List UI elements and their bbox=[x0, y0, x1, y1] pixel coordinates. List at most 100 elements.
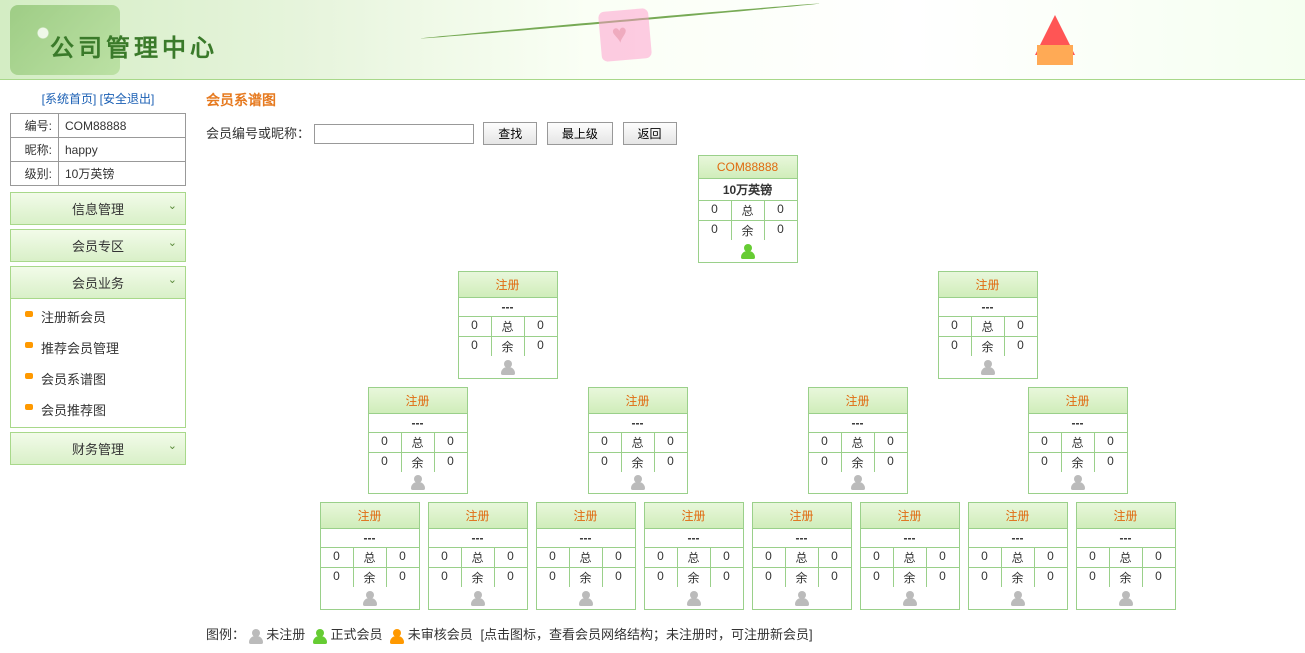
tree-node-empty: 注册---0总00余0 bbox=[938, 271, 1038, 379]
node-register-link[interactable]: 注册 bbox=[753, 503, 851, 528]
node-register-link[interactable]: 注册 bbox=[809, 388, 907, 413]
stat-label: 余 bbox=[462, 568, 495, 587]
banner-decoration bbox=[1037, 45, 1073, 65]
node-stats: 0总00余0 bbox=[645, 547, 743, 587]
node-stats: 0总00余0 bbox=[939, 316, 1037, 356]
menu-finance[interactable]: 财务管理 ⌄ bbox=[10, 432, 186, 465]
header-banner: 公司管理中心 bbox=[0, 0, 1305, 80]
submenu-member-biz: 注册新会员 推荐会员管理 会员系谱图 会员推荐图 bbox=[10, 299, 186, 428]
person-icon-button[interactable] bbox=[645, 587, 743, 609]
stat-val: 0 bbox=[1095, 433, 1127, 452]
person-icon bbox=[741, 244, 755, 258]
sidebar: [系统首页] [安全退出] 编号:COM88888 昵称:happy 级别:10… bbox=[0, 80, 190, 653]
stat-val: 0 bbox=[819, 568, 851, 587]
stat-val: 0 bbox=[525, 337, 557, 356]
stat-label: 余 bbox=[678, 568, 711, 587]
person-icon bbox=[390, 629, 404, 643]
node-register-link[interactable]: 注册 bbox=[861, 503, 959, 528]
legend-pending: 未审核会员 bbox=[408, 627, 473, 642]
person-icon-button[interactable] bbox=[1029, 472, 1127, 494]
person-icon-button[interactable] bbox=[753, 587, 851, 609]
sidebar-item-register[interactable]: 注册新会员 bbox=[11, 301, 185, 332]
menu-label: 会员业务 bbox=[72, 276, 124, 291]
node-stats: 0总00余0 bbox=[369, 432, 467, 472]
person-icon-button[interactable] bbox=[969, 587, 1067, 609]
stat-val: 0 bbox=[765, 221, 797, 240]
person-icon-button[interactable] bbox=[589, 472, 687, 494]
back-button[interactable]: 返回 bbox=[623, 122, 677, 145]
stat-label: 余 bbox=[732, 221, 765, 240]
node-register-link[interactable]: 注册 bbox=[589, 388, 687, 413]
node-id: COM88888 bbox=[699, 156, 797, 178]
node-stats: 0总00余0 bbox=[429, 547, 527, 587]
node-register-link[interactable]: 注册 bbox=[939, 272, 1037, 297]
stat-label: 总 bbox=[354, 548, 387, 567]
person-icon-button[interactable] bbox=[459, 356, 557, 378]
tree-node-empty: 注册---0总00余0 bbox=[428, 502, 528, 610]
person-icon-button[interactable] bbox=[699, 240, 797, 262]
menu-info[interactable]: 信息管理 ⌄ bbox=[10, 192, 186, 225]
chevron-down-icon: ⌄ bbox=[168, 439, 177, 452]
stat-val: 0 bbox=[1005, 317, 1037, 336]
stat-val: 0 bbox=[369, 453, 402, 472]
person-icon-button[interactable] bbox=[861, 587, 959, 609]
top-level-button[interactable]: 最上级 bbox=[547, 122, 613, 145]
node-stats: 0总00余0 bbox=[1029, 432, 1127, 472]
stat-label: 总 bbox=[622, 433, 655, 452]
stat-label: 余 bbox=[972, 337, 1005, 356]
node-register-link[interactable]: 注册 bbox=[1077, 503, 1175, 528]
person-icon-button[interactable] bbox=[537, 587, 635, 609]
person-icon-button[interactable] bbox=[809, 472, 907, 494]
link-logout[interactable]: [安全退出] bbox=[100, 92, 155, 106]
person-icon-button[interactable] bbox=[369, 472, 467, 494]
link-home[interactable]: [系统首页] bbox=[42, 92, 97, 106]
node-register-link[interactable]: 注册 bbox=[1029, 388, 1127, 413]
stat-label: 总 bbox=[1002, 548, 1035, 567]
sidebar-item-genealogy[interactable]: 会员系谱图 bbox=[11, 363, 185, 394]
sidebar-item-recommend-mgmt[interactable]: 推荐会员管理 bbox=[11, 332, 185, 363]
node-register-link[interactable]: 注册 bbox=[321, 503, 419, 528]
node-register-link[interactable]: 注册 bbox=[645, 503, 743, 528]
stat-val: 0 bbox=[429, 548, 462, 567]
node-register-link[interactable]: 注册 bbox=[537, 503, 635, 528]
person-icon-button[interactable] bbox=[429, 587, 527, 609]
node-dash: --- bbox=[645, 528, 743, 547]
person-icon bbox=[1071, 475, 1085, 489]
stat-label: 总 bbox=[492, 317, 525, 336]
stat-val: 0 bbox=[603, 568, 635, 587]
main-content: 会员系谱图 会员编号或昵称： 查找 最上级 返回 COM88888 10万英镑 … bbox=[190, 80, 1305, 653]
stat-val: 0 bbox=[927, 548, 959, 567]
menu-member-biz[interactable]: 会员业务 ⌄ bbox=[10, 266, 186, 299]
person-icon bbox=[411, 475, 425, 489]
node-register-link[interactable]: 注册 bbox=[369, 388, 467, 413]
node-register-link[interactable]: 注册 bbox=[969, 503, 1067, 528]
stat-val: 0 bbox=[1035, 548, 1067, 567]
node-dash: --- bbox=[429, 528, 527, 547]
stat-label: 余 bbox=[1062, 453, 1095, 472]
chevron-down-icon: ⌄ bbox=[168, 199, 177, 212]
node-register-link[interactable]: 注册 bbox=[429, 503, 527, 528]
node-stats: 0总00余0 bbox=[809, 432, 907, 472]
person-icon-button[interactable] bbox=[1077, 587, 1175, 609]
node-dash: --- bbox=[589, 413, 687, 432]
sidebar-item-referral[interactable]: 会员推荐图 bbox=[11, 394, 185, 425]
person-icon-button[interactable] bbox=[321, 587, 419, 609]
person-icon bbox=[631, 475, 645, 489]
tree-node-empty: 注册---0总00余0 bbox=[860, 502, 960, 610]
search-input[interactable] bbox=[314, 124, 474, 144]
node-dash: --- bbox=[369, 413, 467, 432]
node-stats: 0总00余0 bbox=[861, 547, 959, 587]
node-register-link[interactable]: 注册 bbox=[459, 272, 557, 297]
stat-val: 0 bbox=[753, 568, 786, 587]
tree-node-empty: 注册---0总00余0 bbox=[752, 502, 852, 610]
value-nick: happy bbox=[59, 138, 186, 162]
stat-label: 余 bbox=[622, 453, 655, 472]
person-icon bbox=[579, 591, 593, 605]
chevron-down-icon: ⌄ bbox=[168, 236, 177, 249]
menu-member-area[interactable]: 会员专区 ⌄ bbox=[10, 229, 186, 262]
chevron-down-icon: ⌄ bbox=[168, 273, 177, 286]
stat-label: 余 bbox=[570, 568, 603, 587]
search-button[interactable]: 查找 bbox=[483, 122, 537, 145]
person-icon-button[interactable] bbox=[939, 356, 1037, 378]
search-bar: 会员编号或昵称： 查找 最上级 返回 bbox=[206, 122, 1289, 145]
